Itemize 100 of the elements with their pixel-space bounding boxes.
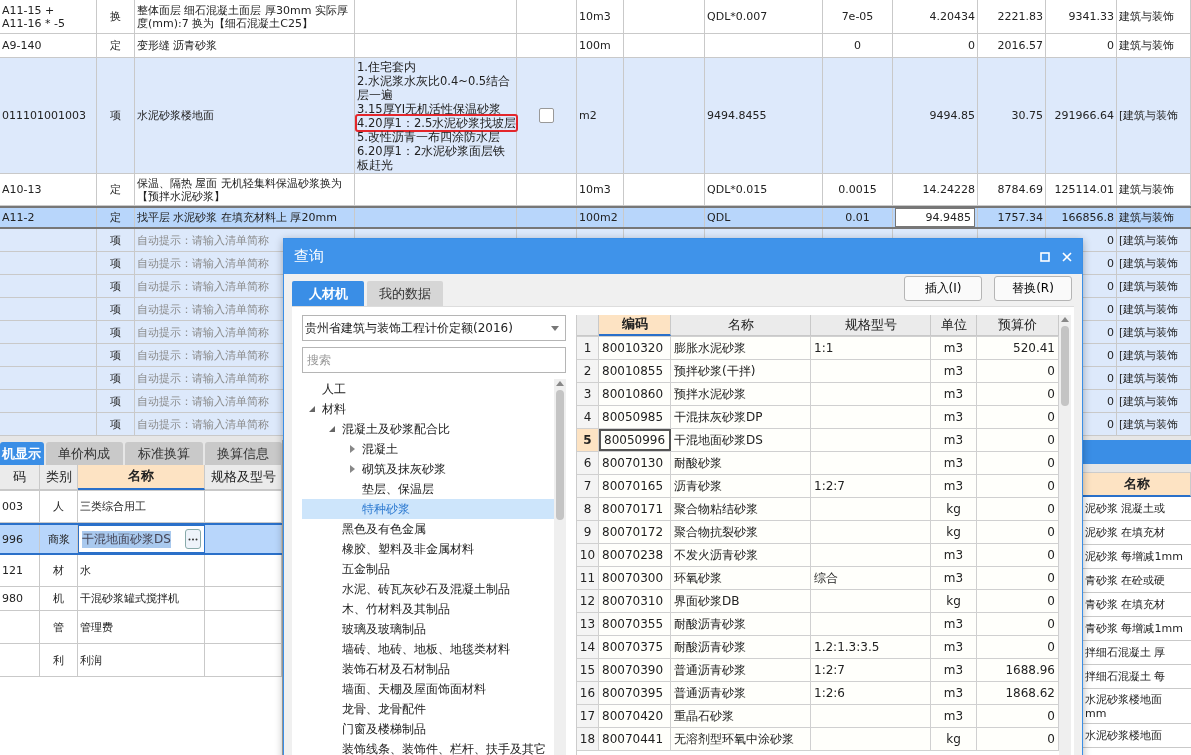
table-cell: 重晶石砂浆 <box>671 705 811 727</box>
table-cell: m3 <box>931 429 977 451</box>
column-header: 名称 <box>1083 473 1191 497</box>
expand-icon[interactable] <box>348 445 356 453</box>
panel-tab[interactable]: 标准换算 <box>125 442 203 465</box>
tree-item[interactable]: 材料 <box>302 399 554 419</box>
name-text: 干混砂浆罐式搅拌机 <box>80 592 179 605</box>
placeholder-text: 自动提示：请输入清单简称 <box>137 371 269 385</box>
table-cell: 80070441 <box>599 728 671 750</box>
row-number: 13 <box>577 613 599 635</box>
action-button[interactable]: 替换(R) <box>994 276 1072 301</box>
name-field[interactable]: 干混地面砂浆DS <box>78 525 205 553</box>
table-cell: 1:2:7 <box>811 659 931 681</box>
table-cell: 耐酸砂浆 <box>671 452 811 474</box>
tree-item[interactable]: 玻璃及玻璃制品 <box>302 619 554 639</box>
type-text: 项 <box>110 325 121 339</box>
row-number: 3 <box>577 383 599 405</box>
tree-item[interactable]: 水泥、砖瓦灰砂石及混凝土制品 <box>302 579 554 599</box>
table-cell: 干混地面砂浆DS <box>671 429 811 451</box>
table-cell: 80070375 <box>599 636 671 658</box>
row-number: 14 <box>577 636 599 658</box>
table-cell: 沥青砂浆 <box>671 475 811 497</box>
close-icon[interactable] <box>1062 251 1072 262</box>
tree-item[interactable]: 墙砖、地砖、地板、地毯类材料 <box>302 639 554 659</box>
row-number: 6 <box>577 452 599 474</box>
tree-item[interactable]: 人工 <box>302 379 554 399</box>
category-text: [建筑与装饰 <box>1119 256 1179 270</box>
type-text: 项 <box>110 302 121 316</box>
row-number: 5 <box>577 429 599 451</box>
tree-item[interactable]: 龙骨、龙骨配件 <box>302 699 554 719</box>
table-cell: kg <box>931 521 977 543</box>
placeholder-text: 自动提示：请输入清单简称 <box>137 348 269 362</box>
type-text: 项 <box>110 256 121 270</box>
maximize-icon[interactable] <box>1040 251 1050 262</box>
table-cell: 80070355 <box>599 613 671 635</box>
scroll-up-icon[interactable] <box>556 381 564 386</box>
price-text: 1757.34 <box>997 211 1043 224</box>
expand-icon[interactable] <box>348 465 356 473</box>
tree-item[interactable]: 混凝土及砂浆配合比 <box>302 419 554 439</box>
table-cell: 80070171 <box>599 498 671 520</box>
scrollbar-thumb[interactable] <box>556 390 564 520</box>
row-number: 11 <box>577 567 599 589</box>
tree-item[interactable]: 橡胶、塑料及非金属材料 <box>302 539 554 559</box>
tree-item[interactable]: 特种砂浆 <box>302 499 554 519</box>
row-number: 16 <box>577 682 599 704</box>
tree-item[interactable]: 砌筑及抹灰砂浆 <box>302 459 554 479</box>
table-cell: kg <box>931 590 977 612</box>
name-text: 青砂浆 每增减1mm <box>1085 621 1184 636</box>
item-name: 保温、隔热 屋面 无机轻集料保温砂浆换为【预拌水泥砂浆】 <box>137 176 343 203</box>
category-text: [建筑与装饰 <box>1119 109 1179 122</box>
price-text: 2016.57 <box>997 39 1043 52</box>
scrollbar-thumb[interactable] <box>1061 326 1069 406</box>
tree-item[interactable]: 装饰石材及石材制品 <box>302 659 554 679</box>
feature-text: 5.改性沥青一布四涂防水层 <box>356 129 501 145</box>
category-text: 建筑与装饰 <box>1119 211 1174 224</box>
expression-text: QDL <box>707 211 731 224</box>
tree-item[interactable]: 墙面、天棚及屋面饰面材料 <box>302 679 554 699</box>
quantity-text: 9494.85 <box>929 109 975 122</box>
code-text: 011101001003 <box>2 109 86 122</box>
table-cell: m3 <box>931 452 977 474</box>
action-button[interactable]: 插入(I) <box>904 276 982 301</box>
code-text: A11-15 + A11-16 * -5 <box>2 3 65 30</box>
table-cell: 1:1 <box>811 337 931 359</box>
panel-tab[interactable]: 换算信息 <box>204 442 282 465</box>
table-cell: m3 <box>931 383 977 405</box>
tree-item[interactable]: 装饰线条、装饰件、栏杆、扶手及其它 <box>302 739 554 755</box>
scrollbar[interactable] <box>1059 315 1071 755</box>
search-field[interactable]: 搜索 <box>302 347 566 373</box>
checkbox[interactable] <box>539 108 554 123</box>
total-text: 0 <box>1107 394 1114 408</box>
code-text: 996 <box>2 532 23 546</box>
quantity-field[interactable]: 94.9485 <box>895 208 975 227</box>
tree-item[interactable]: 门窗及楼梯制品 <box>302 719 554 739</box>
placeholder-text: 自动提示：请输入清单简称 <box>137 417 269 431</box>
table-cell: kg <box>931 728 977 750</box>
tree-item[interactable]: 垫层、保温层 <box>302 479 554 499</box>
name-text: 三类综合用工 <box>80 500 146 513</box>
code-text: 003 <box>2 500 23 513</box>
caret-icon <box>551 325 559 331</box>
table-cell: m3 <box>931 360 977 382</box>
type-text: 定 <box>110 211 121 224</box>
scrollbar[interactable] <box>554 379 566 755</box>
collapse-icon[interactable] <box>328 425 336 433</box>
library-dropdown[interactable]: 贵州省建筑与装饰工程计价定额(2016) <box>302 315 566 341</box>
more-button[interactable] <box>185 529 201 549</box>
tree-item[interactable]: 木、竹材料及其制品 <box>302 599 554 619</box>
price-text: 2221.83 <box>997 10 1043 23</box>
table-cell: m3 <box>931 337 977 359</box>
quantity-text: 4.20434 <box>929 10 975 23</box>
dialog-tab[interactable]: 我的数据 <box>367 281 443 306</box>
row-number: 4 <box>577 406 599 428</box>
quantity-text: 14.24228 <box>922 183 975 196</box>
tree-item[interactable]: 混凝土 <box>302 439 554 459</box>
row-number: 18 <box>577 728 599 750</box>
table-cell: 环氧砂浆 <box>671 567 811 589</box>
column-header: 单位 <box>931 315 977 336</box>
tree-item[interactable]: 黑色及有色金属 <box>302 519 554 539</box>
tree-item[interactable]: 五金制品 <box>302 559 554 579</box>
table-cell: m3 <box>931 682 977 704</box>
panel-tab[interactable]: 单价构成 <box>45 442 124 465</box>
